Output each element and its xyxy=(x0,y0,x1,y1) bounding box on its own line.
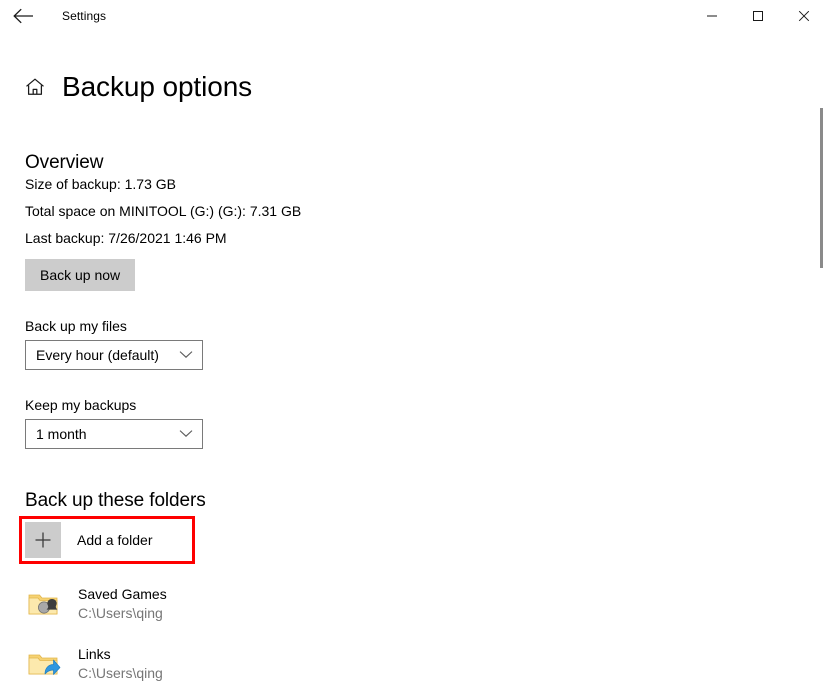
last-backup-text: Last backup: 7/26/2021 1:46 PM xyxy=(25,231,787,245)
saved-games-folder-icon xyxy=(26,586,62,622)
back-arrow-icon xyxy=(12,8,34,24)
backup-frequency-label: Back up my files xyxy=(25,319,787,333)
maximize-button[interactable] xyxy=(735,0,781,32)
folders-section-title: Back up these folders xyxy=(25,489,787,513)
size-of-backup-text: Size of backup: 1.73 GB xyxy=(25,177,787,191)
total-space-text: Total space on MINITOOL (G:) (G:): 7.31 … xyxy=(25,204,787,218)
page-title: Backup options xyxy=(62,73,252,101)
list-item[interactable]: Saved Games C:\Users\qing xyxy=(25,582,787,626)
window-controls xyxy=(689,0,827,32)
backup-frequency-dropdown[interactable]: Every hour (default) xyxy=(25,340,203,370)
backup-retention-dropdown[interactable]: 1 month xyxy=(25,419,203,449)
scrollbar-thumb[interactable] xyxy=(820,108,823,268)
folder-text: Links C:\Users\qing xyxy=(78,645,163,683)
maximize-icon xyxy=(752,10,764,22)
home-icon[interactable] xyxy=(22,74,48,100)
close-button[interactable] xyxy=(781,0,827,32)
back-button[interactable] xyxy=(0,0,46,32)
folder-name: Saved Games xyxy=(78,585,167,604)
settings-content: Overview Size of backup: 1.73 GB Total s… xyxy=(0,151,827,686)
folder-name: Links xyxy=(78,645,163,664)
minimize-button[interactable] xyxy=(689,0,735,32)
vertical-scrollbar[interactable] xyxy=(815,32,827,671)
list-item[interactable]: Links C:\Users\qing xyxy=(25,642,787,686)
app-title: Settings xyxy=(62,9,106,23)
backup-frequency-value: Every hour (default) xyxy=(36,348,159,362)
backup-retention-value: 1 month xyxy=(36,427,87,441)
back-up-now-button[interactable]: Back up now xyxy=(25,259,135,291)
plus-icon xyxy=(25,522,61,558)
close-icon xyxy=(798,10,810,22)
page-header: Backup options xyxy=(0,54,827,120)
add-a-folder-button[interactable]: Add a folder xyxy=(25,522,195,558)
chevron-down-icon xyxy=(179,425,193,443)
backup-retention-label: Keep my backups xyxy=(25,398,787,412)
minimize-icon xyxy=(706,10,718,22)
chevron-down-icon xyxy=(179,346,193,364)
add-folder-label: Add a folder xyxy=(77,533,153,547)
links-folder-icon xyxy=(26,646,62,682)
backup-retention-group: Keep my backups 1 month xyxy=(25,398,787,449)
title-bar: Settings xyxy=(0,0,827,32)
backed-up-folder-list: Saved Games C:\Users\qing Links C:\Users… xyxy=(25,582,787,686)
folder-path: C:\Users\qing xyxy=(78,664,163,683)
folder-text: Saved Games C:\Users\qing xyxy=(78,585,167,623)
backup-frequency-group: Back up my files Every hour (default) xyxy=(25,319,787,370)
overview-section-title: Overview xyxy=(25,151,787,175)
folder-path: C:\Users\qing xyxy=(78,604,167,623)
add-folder-container: Add a folder xyxy=(25,522,201,558)
